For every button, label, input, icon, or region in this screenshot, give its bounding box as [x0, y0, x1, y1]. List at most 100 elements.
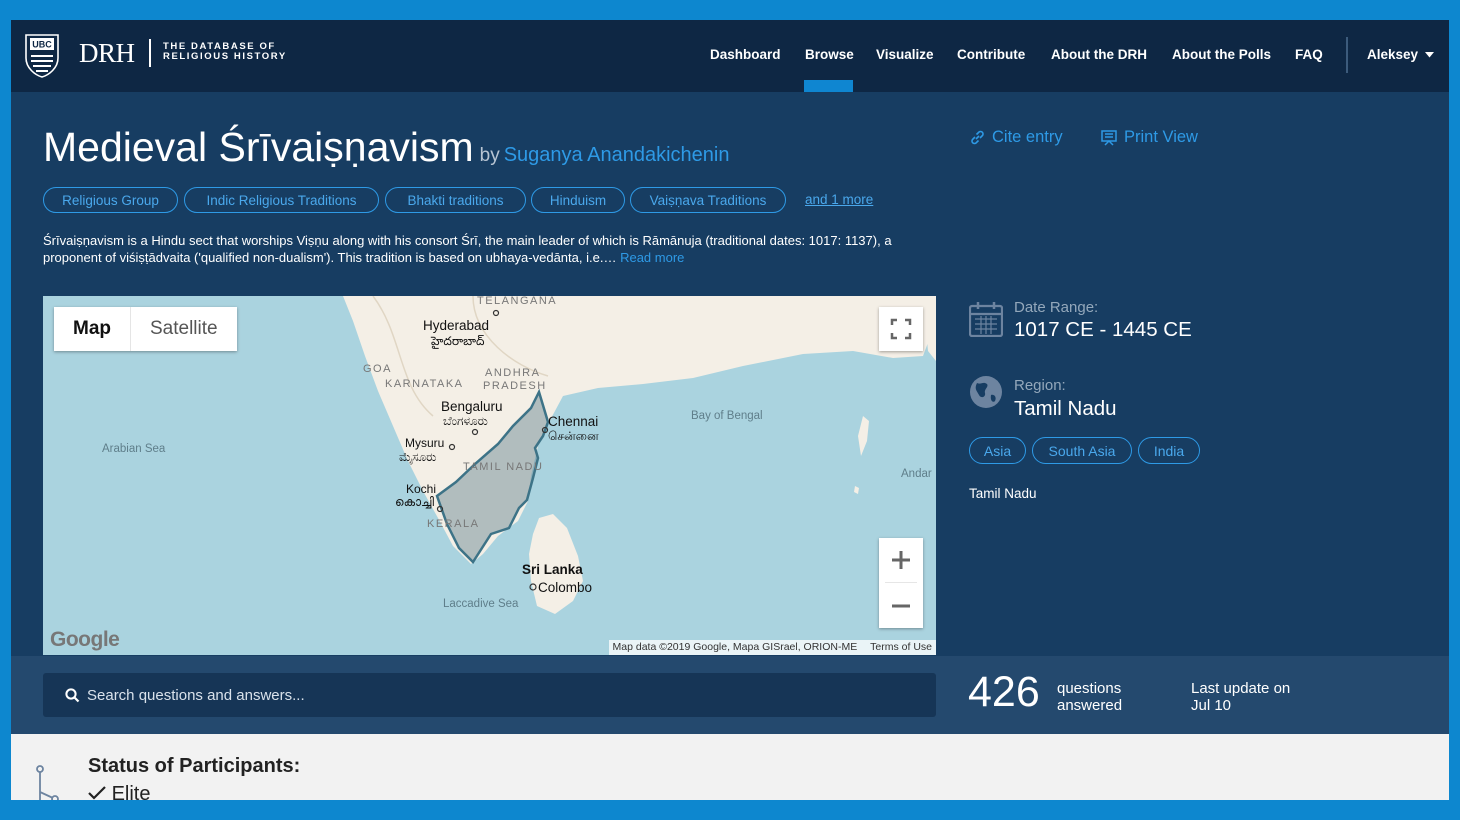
map-label-andhra: ANDHRA [485, 367, 541, 379]
map-label-kerala: KERALA [427, 518, 480, 530]
status-answer-text: Elite [111, 783, 151, 800]
globe-icon [970, 376, 1002, 408]
user-menu[interactable]: Aleksey [1367, 47, 1434, 62]
map-label-hyderabad: Hyderabad [423, 318, 490, 333]
last-update-line2: Jul 10 [1191, 697, 1232, 714]
print-view-icon [1101, 129, 1117, 146]
search-icon [65, 687, 80, 702]
date-range-value: 1017 CE - 1445 CE [1014, 318, 1192, 341]
map-label-bay-of-bengal: Bay of Bengal [691, 410, 763, 422]
region-tag-south-asia[interactable]: South Asia [1032, 437, 1132, 464]
zoom-out-button[interactable] [879, 584, 923, 628]
cite-entry-button[interactable]: Cite entry [969, 128, 1063, 147]
fullscreen-button[interactable] [879, 307, 923, 351]
map-label-colombo: Colombo [538, 580, 593, 595]
tag-hinduism[interactable]: Hinduism [531, 187, 625, 213]
tag-indic-religious-traditions[interactable]: Indic Religious Traditions [184, 187, 379, 213]
entry-description: Śrīvaiṣṇavism is a Hindu sect that worsh… [43, 232, 933, 266]
map-type-control: Map Satellite [54, 307, 237, 351]
map-label-karnataka: KARNATAKA [385, 378, 464, 390]
tag-religious-group[interactable]: Religious Group [43, 187, 178, 213]
by-label: by [479, 145, 500, 166]
questions-count-label: questions answered [1057, 680, 1122, 714]
entry-title: Medieval Śrīvaiṣṇavism [43, 124, 474, 170]
checkmark-icon [88, 786, 106, 800]
caret-down-icon [1424, 52, 1434, 58]
more-tags-link[interactable]: and 1 more [805, 192, 873, 207]
zoom-control [879, 538, 923, 628]
link-icon [971, 130, 984, 145]
map-label-hyderabad-local: హైదరాబాద్ [431, 334, 485, 348]
search-placeholder: Search questions and answers... [87, 686, 305, 704]
top-navbar: UBC DRH THE DATABASE OF RELIGIOUS HISTOR… [11, 20, 1449, 92]
questions-count: 426 [968, 668, 1040, 716]
logo-text: UBC [32, 40, 52, 50]
region-tag-asia[interactable]: Asia [969, 437, 1026, 464]
question-section: Status of Participants: Elite [11, 734, 1449, 800]
read-more-link[interactable]: Read more [620, 250, 684, 265]
map-attribution: Map data ©2019 Google, Mapa GISrael, ORI… [608, 640, 936, 655]
last-update-line1: Last update on [1191, 680, 1291, 697]
andaman-island-small [854, 486, 859, 494]
region-tag-india[interactable]: India [1138, 437, 1200, 464]
map-label-bengaluru: Bengaluru [441, 399, 503, 414]
ubc-crest-icon[interactable]: UBC [25, 34, 59, 78]
status-title: Status of Participants: [88, 755, 301, 777]
nav-item-visualize[interactable]: Visualize [876, 47, 934, 62]
map-label-mysuru-local: ಮೈಸೂರು [399, 450, 437, 464]
nav-item-about-drh[interactable]: About the DRH [1051, 47, 1147, 62]
region-note: Tamil Nadu [969, 486, 1037, 501]
map-label-tamil-nadu: TAMIL NADU [463, 461, 544, 473]
status-answer: Elite [88, 783, 150, 800]
search-field[interactable]: Search questions and answers... [43, 673, 936, 717]
zoom-in-button[interactable] [879, 538, 923, 582]
nav-divider [1346, 37, 1348, 73]
map-label-telangana: TELANGANA [477, 296, 558, 307]
map-label-kochi: Kochi [406, 482, 437, 496]
tag-bhakti-traditions[interactable]: Bhakti traditions [385, 187, 526, 213]
print-view-button[interactable]: Print View [1100, 128, 1198, 147]
map-label-bengaluru-local: ಬೆಂಗಳೂರು [443, 414, 488, 428]
nav-item-browse[interactable]: Browse [805, 47, 854, 62]
nav-item-contribute[interactable]: Contribute [957, 47, 1025, 62]
nav-item-dashboard[interactable]: Dashboard [710, 47, 781, 62]
calendar-icon [969, 302, 1003, 337]
map-label-laccadive-sea: Laccadive Sea [443, 598, 519, 610]
tag-vaisnava-traditions[interactable]: Vaiṣṇava Traditions [630, 187, 786, 213]
last-update: Last update on Jul 10 [1191, 680, 1290, 714]
andaman-islands [858, 416, 869, 456]
region-value: Tamil Nadu [1014, 397, 1117, 420]
fullscreen-icon [890, 318, 912, 340]
map-type-map-button[interactable]: Map [54, 307, 131, 351]
region-label: Region: [1014, 377, 1066, 394]
question-tree-icon [36, 765, 59, 800]
questions-label-line1: questions [1057, 680, 1122, 697]
map-data-credit[interactable]: Map data ©2019 Google, Mapa GISrael, ORI… [613, 641, 858, 653]
map-label-goa: GOA [363, 363, 392, 375]
google-logo[interactable]: Google [50, 628, 120, 652]
stats-bar: Search questions and answers... 426 ques… [11, 656, 1449, 734]
nav-item-faq[interactable]: FAQ [1295, 47, 1323, 62]
map-label-chennai-local: சென்னை [548, 429, 599, 443]
print-view-label: Print View [1124, 128, 1198, 146]
map-label-sri-lanka: Sri Lanka [522, 562, 583, 577]
terms-of-use-link[interactable]: Terms of Use [870, 641, 932, 653]
author-link[interactable]: Suganya Anandakichenin [504, 144, 730, 166]
minus-icon [892, 604, 910, 608]
map-type-satellite-button[interactable]: Satellite [131, 307, 237, 351]
region-map[interactable]: Map Satellite TELANGANA Hyderabad హైదరాబ… [43, 296, 936, 655]
brand-name[interactable]: DRH [79, 38, 135, 69]
map-label-andaman: Andar [901, 468, 932, 480]
plus-icon [892, 551, 910, 569]
cite-entry-label: Cite entry [992, 128, 1063, 146]
date-range-label: Date Range: [1014, 299, 1099, 316]
user-name: Aleksey [1367, 47, 1419, 62]
entry-title-row: Medieval Śrīvaiṣṇavism by Suganya Anandaki… [43, 124, 729, 171]
brand-subtitle-line2: RELIGIOUS HISTORY [163, 51, 287, 62]
map-label-arabian-sea: Arabian Sea [102, 443, 166, 455]
description-text: Śrīvaiṣṇavism is a Hindu sect that worsh… [43, 233, 892, 265]
zoom-divider [885, 582, 917, 583]
nav-item-about-polls[interactable]: About the Polls [1172, 47, 1271, 62]
app-window: UBC DRH THE DATABASE OF RELIGIOUS HISTOR… [11, 20, 1449, 800]
map-label-mysuru: Mysuru [405, 436, 445, 450]
